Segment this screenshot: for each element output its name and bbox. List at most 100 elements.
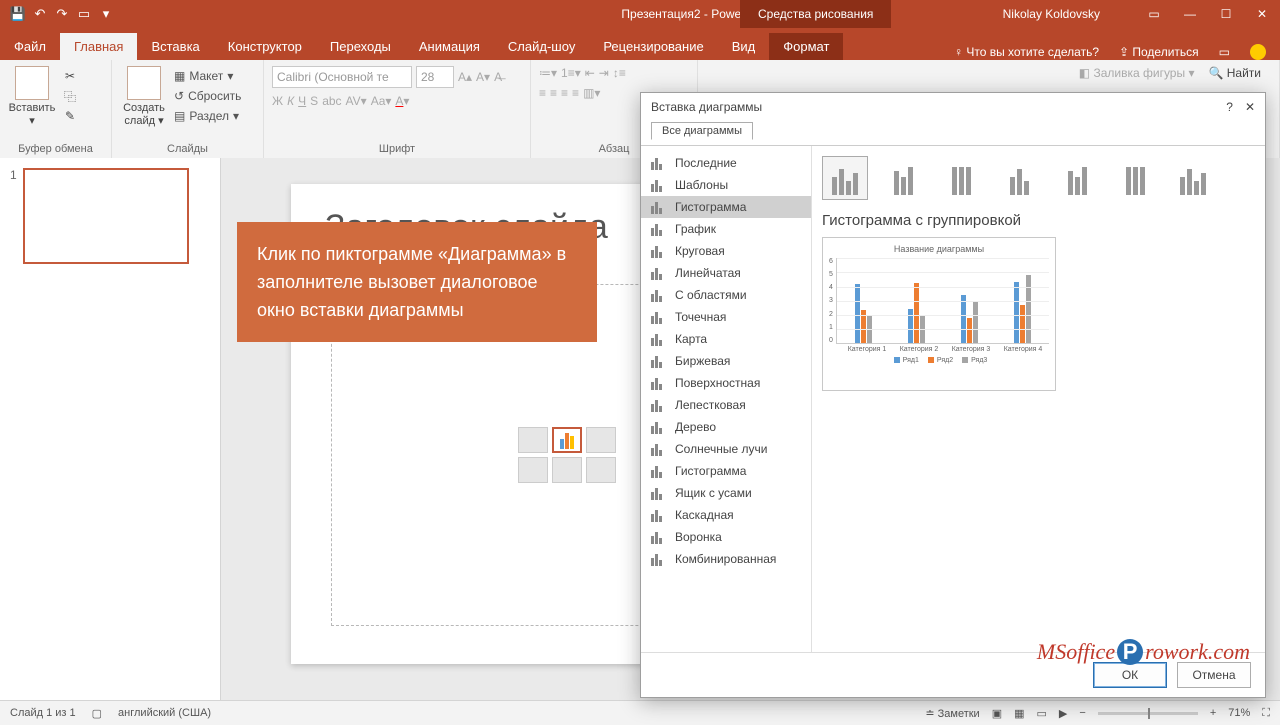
chart-category-item[interactable]: Точечная xyxy=(641,306,811,328)
layout-button[interactable]: ▦ Макет ▾ xyxy=(174,66,241,86)
reading-view-icon[interactable]: ▭ xyxy=(1037,707,1047,720)
chart-category-item[interactable]: Лепестковая xyxy=(641,394,811,416)
zoom-level[interactable]: 71% xyxy=(1228,707,1250,719)
insert-smartart-icon[interactable] xyxy=(586,427,616,453)
insert-picture-icon[interactable] xyxy=(518,457,548,483)
language-indicator[interactable]: английский (США) xyxy=(118,707,211,719)
chart-category-item[interactable]: Поверхностная xyxy=(641,372,811,394)
chart-category-item[interactable]: Дерево xyxy=(641,416,811,438)
redo-icon[interactable]: ↷ xyxy=(54,6,70,22)
tell-me[interactable]: ♀ Что вы хотите сделать? xyxy=(954,45,1099,59)
subtype-100-stacked[interactable] xyxy=(938,156,984,200)
subtype-clustered-column[interactable] xyxy=(822,156,868,200)
tab-design[interactable]: Конструктор xyxy=(214,33,316,60)
line-spacing-icon[interactable]: ↕≡ xyxy=(613,66,626,80)
section-button[interactable]: ▤ Раздел ▾ xyxy=(174,106,241,126)
chart-category-item[interactable]: Шаблоны xyxy=(641,174,811,196)
underline-icon[interactable]: Ч xyxy=(298,94,306,108)
zoom-out-icon[interactable]: − xyxy=(1079,707,1085,719)
insert-chart-icon[interactable] xyxy=(552,427,582,453)
strike-icon[interactable]: S xyxy=(310,94,318,108)
subtype-stacked-column[interactable] xyxy=(880,156,926,200)
copy-icon[interactable]: ⿻ xyxy=(62,88,78,104)
fit-to-window-icon[interactable]: ⛶ xyxy=(1262,707,1270,720)
zoom-slider[interactable] xyxy=(1098,712,1198,715)
normal-view-icon[interactable]: ▣ xyxy=(992,707,1002,720)
clear-formatting-icon[interactable]: A̶ xyxy=(494,70,502,84)
chart-category-item[interactable]: Круговая xyxy=(641,240,811,262)
italic-icon[interactable]: К xyxy=(287,94,294,108)
subtype-3d-clustered[interactable] xyxy=(996,156,1042,200)
user-name[interactable]: Nikolay Koldovsky xyxy=(1003,0,1100,28)
chart-category-item[interactable]: Линейчатая xyxy=(641,262,811,284)
insert-video-icon[interactable] xyxy=(586,457,616,483)
chart-category-item[interactable]: Биржевая xyxy=(641,350,811,372)
close-icon[interactable]: ✕ xyxy=(1244,0,1280,28)
indent-decrease-icon[interactable]: ⇤ xyxy=(585,66,595,80)
chart-category-item[interactable]: Последние xyxy=(641,152,811,174)
reset-button[interactable]: ↺ Сбросить xyxy=(174,86,241,106)
share-button[interactable]: ⇪ Поделиться xyxy=(1119,45,1199,59)
find-button[interactable]: 🔍 Найти xyxy=(1208,66,1261,80)
bold-icon[interactable]: Ж xyxy=(272,94,283,108)
dialog-help-icon[interactable]: ? xyxy=(1226,100,1233,114)
chart-category-item[interactable]: Солнечные лучи xyxy=(641,438,811,460)
chart-category-item[interactable]: Комбинированная xyxy=(641,548,811,570)
chart-category-item[interactable]: Каскадная xyxy=(641,504,811,526)
chart-category-item[interactable]: График xyxy=(641,218,811,240)
align-center-icon[interactable]: ≡ xyxy=(550,86,557,100)
zoom-in-icon[interactable]: + xyxy=(1210,707,1216,719)
subtype-3d-stacked[interactable] xyxy=(1054,156,1100,200)
start-from-beginning-icon[interactable]: ▭ xyxy=(76,6,92,22)
tab-transitions[interactable]: Переходы xyxy=(316,33,405,60)
chart-category-item[interactable]: Гистограмма xyxy=(641,460,811,482)
font-color-icon[interactable]: A▾ xyxy=(395,94,409,108)
bullets-icon[interactable]: ≔▾ xyxy=(539,66,557,80)
chart-preview[interactable]: Название диаграммы 6543210 Категория 1Ка… xyxy=(822,237,1056,391)
ok-button[interactable]: ОК xyxy=(1093,662,1167,688)
columns-icon[interactable]: ▥▾ xyxy=(583,86,600,100)
paste-button[interactable]: Вставить ▾ xyxy=(8,66,56,127)
tab-slideshow[interactable]: Слайд-шоу xyxy=(494,33,589,60)
tab-animations[interactable]: Анимация xyxy=(405,33,494,60)
spacing-icon[interactable]: AV▾ xyxy=(346,94,367,108)
format-painter-icon[interactable]: ✎ xyxy=(62,108,78,124)
spell-check-icon[interactable]: ▢ xyxy=(92,707,102,720)
chart-category-item[interactable]: Гистограмма xyxy=(641,196,811,218)
maximize-icon[interactable]: ☐ xyxy=(1208,0,1244,28)
chart-category-item[interactable]: С областями xyxy=(641,284,811,306)
increase-font-icon[interactable]: A▴ xyxy=(458,70,472,84)
tab-format[interactable]: Формат xyxy=(769,33,843,60)
cut-icon[interactable]: ✂ xyxy=(62,68,78,84)
tab-file[interactable]: Файл xyxy=(0,33,60,60)
new-slide-button[interactable]: Создать слайд ▾ xyxy=(120,66,168,127)
numbering-icon[interactable]: 1≡▾ xyxy=(561,66,581,80)
subtype-3d-column[interactable] xyxy=(1170,156,1216,200)
tab-view[interactable]: Вид xyxy=(718,33,770,60)
minimize-icon[interactable]: — xyxy=(1172,0,1208,28)
dialog-close-icon[interactable]: ✕ xyxy=(1245,100,1255,114)
font-name-combo[interactable]: Calibri (Основной те xyxy=(272,66,412,88)
subtype-3d-100-stacked[interactable] xyxy=(1112,156,1158,200)
indent-increase-icon[interactable]: ⇥ xyxy=(599,66,609,80)
shape-fill-button[interactable]: ◧ Заливка фигуры ▾ xyxy=(1079,66,1195,80)
ribbon-options-icon[interactable]: ▭ xyxy=(1136,0,1172,28)
slide-counter[interactable]: Слайд 1 из 1 xyxy=(10,707,76,719)
insert-online-picture-icon[interactable] xyxy=(552,457,582,483)
dialog-tab-all[interactable]: Все диаграммы xyxy=(651,122,753,140)
justify-icon[interactable]: ≡ xyxy=(572,86,579,100)
chart-category-item[interactable]: Карта xyxy=(641,328,811,350)
tab-home[interactable]: Главная xyxy=(60,33,137,60)
thumbnail-1[interactable]: 1 xyxy=(10,168,210,264)
tab-insert[interactable]: Вставка xyxy=(137,33,213,60)
sorter-view-icon[interactable]: ▦ xyxy=(1014,707,1024,720)
insert-table-icon[interactable] xyxy=(518,427,548,453)
qat-dropdown-icon[interactable]: ▾ xyxy=(98,6,114,22)
save-icon[interactable]: 💾 xyxy=(10,6,26,22)
decrease-font-icon[interactable]: A▾ xyxy=(476,70,490,84)
notes-button[interactable]: ≐ Заметки xyxy=(925,707,979,720)
font-size-combo[interactable]: 28 xyxy=(416,66,454,88)
undo-icon[interactable]: ↶ xyxy=(32,6,48,22)
tab-review[interactable]: Рецензирование xyxy=(589,33,717,60)
cancel-button[interactable]: Отмена xyxy=(1177,662,1251,688)
